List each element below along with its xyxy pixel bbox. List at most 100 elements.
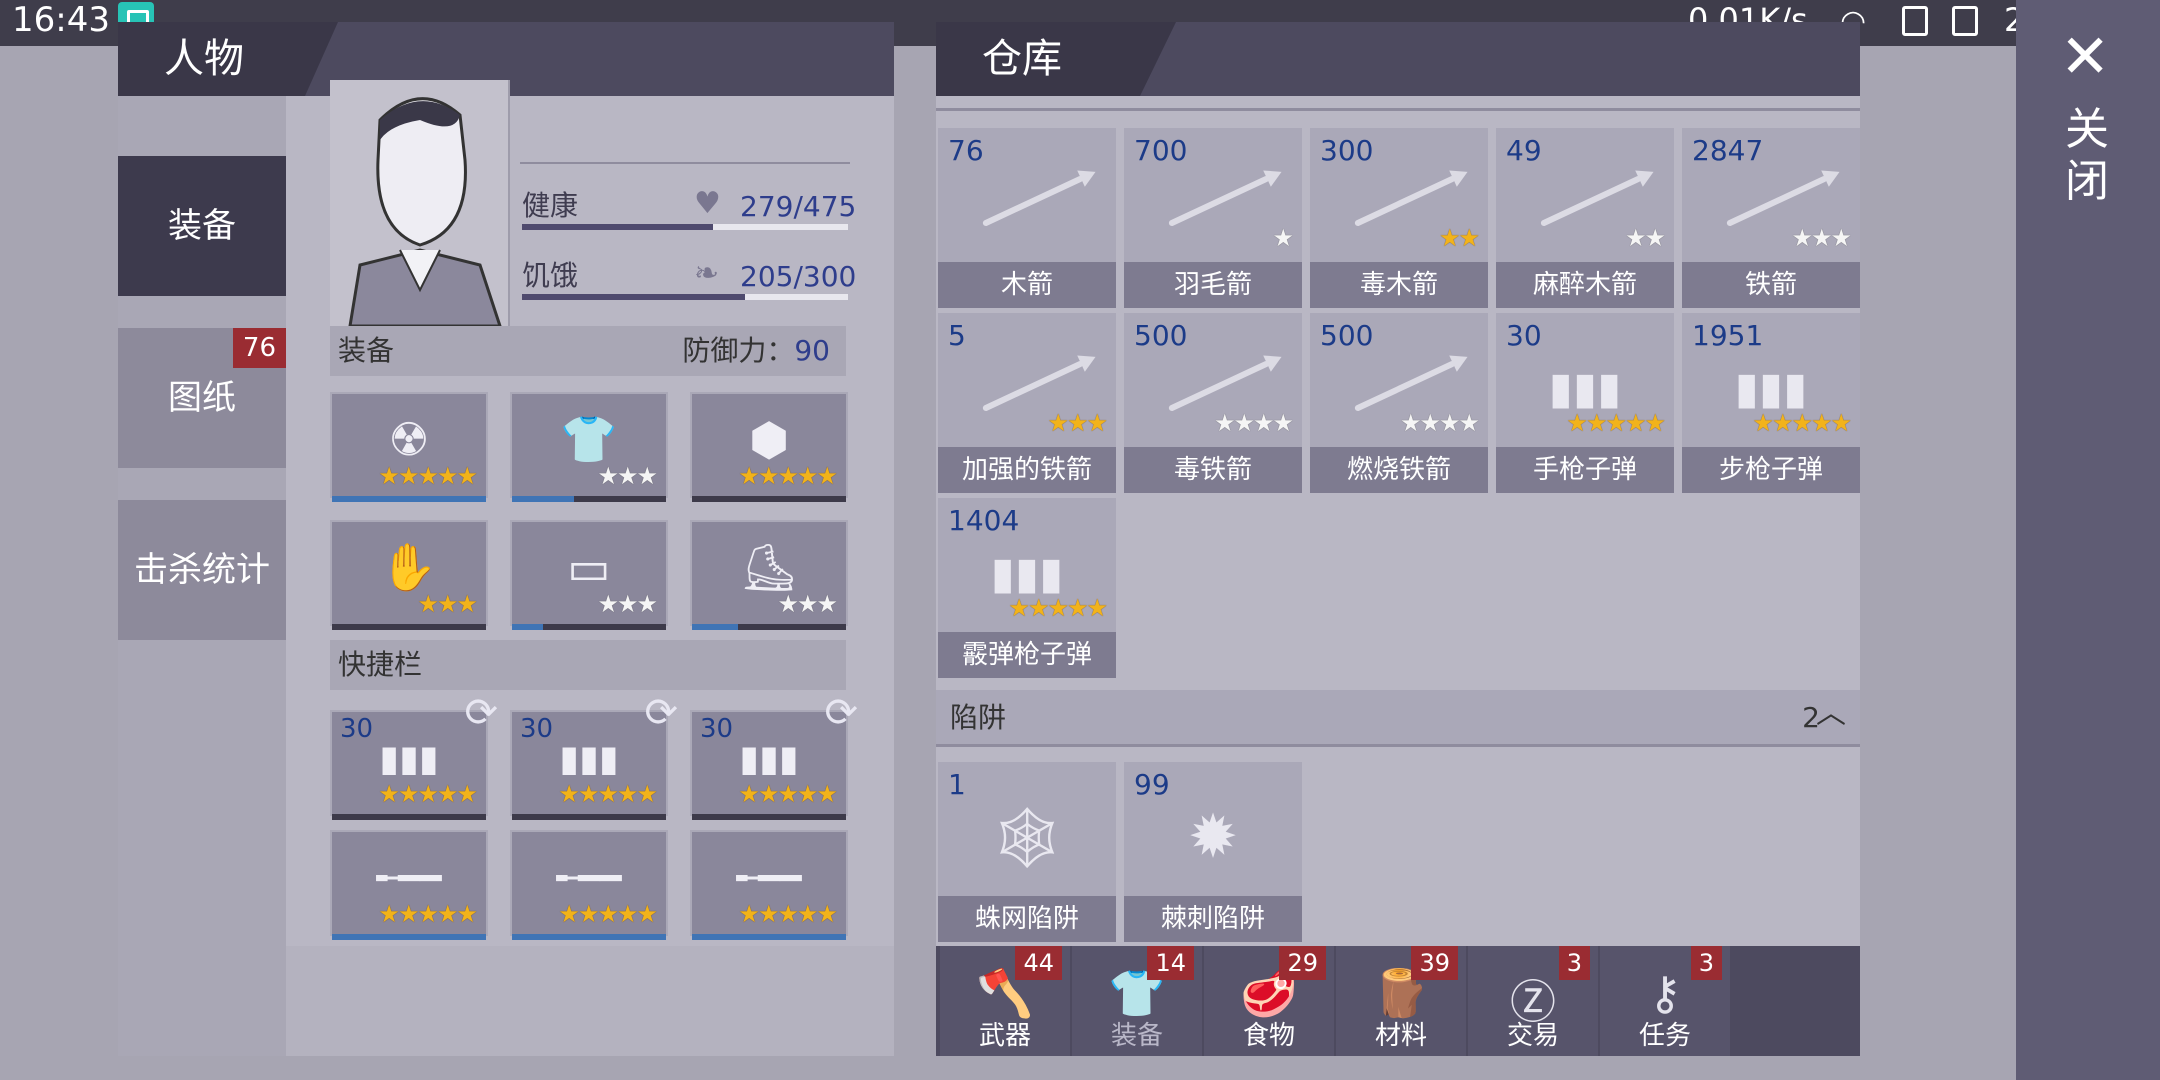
star-icon: ★ bbox=[738, 900, 759, 928]
swap-icon[interactable]: ⟳ bbox=[824, 690, 858, 736]
swap-icon[interactable]: ⟳ bbox=[464, 690, 498, 736]
rarity-stars: ★★ bbox=[1439, 224, 1480, 252]
tab-label: 装备 bbox=[168, 206, 236, 246]
star-icon: ★ bbox=[436, 462, 458, 490]
star-icon: ★ bbox=[777, 590, 798, 618]
star-icon: ★ bbox=[1272, 409, 1293, 437]
shotgun-icon: ╾━━ bbox=[376, 858, 442, 900]
warehouse-item[interactable]: 300 ★★ 毒木箭 bbox=[1310, 128, 1488, 308]
category-tab[interactable]: 👕 装备 14 bbox=[1072, 946, 1202, 1056]
quick-slot[interactable]: 30 ▮▮▮ ★★★★★ ⟳ bbox=[510, 690, 678, 820]
quick-slot[interactable]: 30 ▮▮▮ ★★★★★ ⟳ bbox=[330, 690, 498, 820]
close-label[interactable]: 关闭 bbox=[2062, 104, 2112, 208]
swap-icon[interactable]: ⟳ bbox=[644, 690, 678, 736]
tab-kill-stats[interactable]: 击杀统计 bbox=[118, 500, 286, 640]
category-tab[interactable]: Ⓩ 交易 3 bbox=[1468, 946, 1598, 1056]
rarity-stars: ★★★★★ bbox=[738, 900, 838, 928]
star-icon: ★ bbox=[1458, 224, 1479, 252]
warehouse-item[interactable]: 2847 ★★★ 铁箭 bbox=[1682, 128, 1860, 308]
warehouse-item[interactable]: 30 ▮▮▮ ★★★★★ 手枪子弹 bbox=[1496, 313, 1674, 493]
durability-bar bbox=[692, 814, 846, 820]
quick-slot[interactable]: ╾━━ ★★★★★ bbox=[510, 830, 668, 940]
warehouse-item[interactable]: 500 ★★★★ 燃烧铁箭 bbox=[1310, 313, 1488, 493]
rarity-stars: ★★★★★ bbox=[1752, 409, 1852, 437]
warehouse-category-tabs: 🪓 武器 44 👕 装备 14 🥩 食物 29 🪵 材料 39 Ⓩ 交易 3 ⚷ 任务 3 bbox=[936, 946, 1860, 1056]
star-icon: ★ bbox=[616, 900, 638, 928]
quickbar-title: 快捷栏 bbox=[338, 648, 423, 681]
star-icon: ★ bbox=[558, 900, 579, 928]
star-icon: ★ bbox=[1605, 409, 1626, 437]
item-count: 500 bbox=[1134, 319, 1188, 352]
quick-slot[interactable]: ╾━━ ★★★★★ bbox=[690, 830, 848, 940]
item-count: 1951 bbox=[1692, 319, 1764, 352]
star-icon: ★ bbox=[1399, 409, 1421, 437]
item-count: 500 bbox=[1320, 319, 1374, 352]
rarity-stars: ★★★ bbox=[1047, 409, 1107, 437]
equipment-slot-shirt[interactable]: 👕 ★★★ bbox=[510, 392, 668, 502]
sim-icon bbox=[1952, 6, 1978, 36]
rarity-stars: ★★★★★ bbox=[558, 780, 658, 808]
tab-equipment[interactable]: 装备 bbox=[118, 156, 286, 296]
star-icon: ★ bbox=[1027, 594, 1049, 622]
tab-badge: 3 bbox=[1558, 946, 1590, 980]
rarity-stars: ★★★★★ bbox=[558, 900, 658, 928]
health-value: 279/475 bbox=[740, 190, 857, 223]
tab-label: 任务 bbox=[1638, 1021, 1691, 1051]
star-icon: ★ bbox=[597, 462, 618, 490]
category-tab[interactable]: 🪓 武器 44 bbox=[940, 946, 1070, 1056]
star-icon: ★ bbox=[1585, 409, 1607, 437]
star-icon: ★ bbox=[1830, 409, 1851, 437]
warehouse-item[interactable]: 76 木箭 bbox=[938, 128, 1116, 308]
tab-blueprints[interactable]: 图纸 76 bbox=[118, 328, 286, 468]
star-icon: ★ bbox=[436, 780, 458, 808]
tab-badge: 44 bbox=[1015, 946, 1062, 980]
quantity: 30 bbox=[340, 714, 374, 744]
rarity-stars: ★★★ bbox=[597, 590, 657, 618]
defense-label: 防御力： bbox=[682, 334, 795, 367]
rarity-stars: ★★★★★ bbox=[1008, 594, 1108, 622]
traps-title: 陷阱 bbox=[950, 701, 1007, 734]
bullets-icon: ▮▮▮ bbox=[739, 738, 799, 780]
equipment-slot-shoes[interactable]: ⛸ ★★★ bbox=[690, 520, 848, 630]
clock: 16:43 bbox=[12, 0, 110, 40]
warehouse-item[interactable]: 5 ★★★ 加强的铁箭 bbox=[938, 313, 1116, 493]
equipment-slot-armor[interactable]: ⬢ ★★★★★ bbox=[690, 392, 848, 502]
item-label: 麻醉木箭 bbox=[1496, 262, 1674, 308]
star-icon: ★ bbox=[397, 900, 419, 928]
item-count: 99 bbox=[1134, 768, 1170, 801]
warehouse-item[interactable]: 700 ★ 羽毛箭 bbox=[1124, 128, 1302, 308]
quick-slot[interactable]: 30 ▮▮▮ ★★★★★ ⟳ bbox=[690, 690, 858, 820]
warehouse-item[interactable]: 1404 ▮▮▮ ★★★★★ 霰弹枪子弹 bbox=[938, 498, 1116, 678]
tab-label: 击杀统计 bbox=[134, 550, 270, 590]
star-icon: ★ bbox=[597, 900, 618, 928]
rarity-stars: ★★★★★ bbox=[738, 780, 838, 808]
durability-bar bbox=[512, 814, 666, 820]
sim-icon bbox=[1902, 6, 1928, 36]
item-count: 300 bbox=[1320, 134, 1374, 167]
warehouse-item[interactable]: 1951 ▮▮▮ ★★★★★ 步枪子弹 bbox=[1682, 313, 1860, 493]
chevron-up-icon[interactable]: ︿ bbox=[1816, 686, 1846, 742]
trap-item[interactable]: 99 ✹ 棘刺陷阱 bbox=[1124, 762, 1302, 942]
warehouse-item[interactable]: 500 ★★★★ 毒铁箭 bbox=[1124, 313, 1302, 493]
item-label: 棘刺陷阱 bbox=[1124, 896, 1302, 942]
item-count: 1 bbox=[948, 768, 966, 801]
equipment-slot-helmet[interactable]: ☢ ★★★★★ bbox=[330, 392, 488, 502]
warehouse-item[interactable]: 49 ★★ 麻醉木箭 bbox=[1496, 128, 1674, 308]
tab-badge: 39 bbox=[1411, 946, 1458, 980]
traps-section-bar[interactable]: 陷阱 2 ︿ bbox=[936, 690, 1860, 746]
item-count: 700 bbox=[1134, 134, 1188, 167]
rarity-stars: ★★★ bbox=[1791, 224, 1851, 252]
close-icon[interactable]: ✕ bbox=[2060, 22, 2110, 92]
arrow-icon bbox=[1353, 175, 1457, 227]
category-tab[interactable]: ⚷ 任务 3 bbox=[1600, 946, 1730, 1056]
category-tab[interactable]: 🥩 食物 29 bbox=[1204, 946, 1334, 1056]
category-tab[interactable]: 🪵 材料 39 bbox=[1336, 946, 1466, 1056]
star-icon: ★ bbox=[757, 462, 779, 490]
shotgun-icon: ╾━━ bbox=[556, 858, 622, 900]
tab-label: 装备 bbox=[1110, 1021, 1163, 1051]
quick-slot[interactable]: ╾━━ ★★★★★ bbox=[330, 830, 488, 940]
star-icon: ★ bbox=[577, 780, 599, 808]
trap-item[interactable]: 1 🕸 蛛网陷阱 bbox=[938, 762, 1116, 942]
equipment-slot-shorts[interactable]: ▭ ★★★ bbox=[510, 520, 668, 630]
equipment-slot-gloves[interactable]: ✋ ★★★ bbox=[330, 520, 488, 630]
